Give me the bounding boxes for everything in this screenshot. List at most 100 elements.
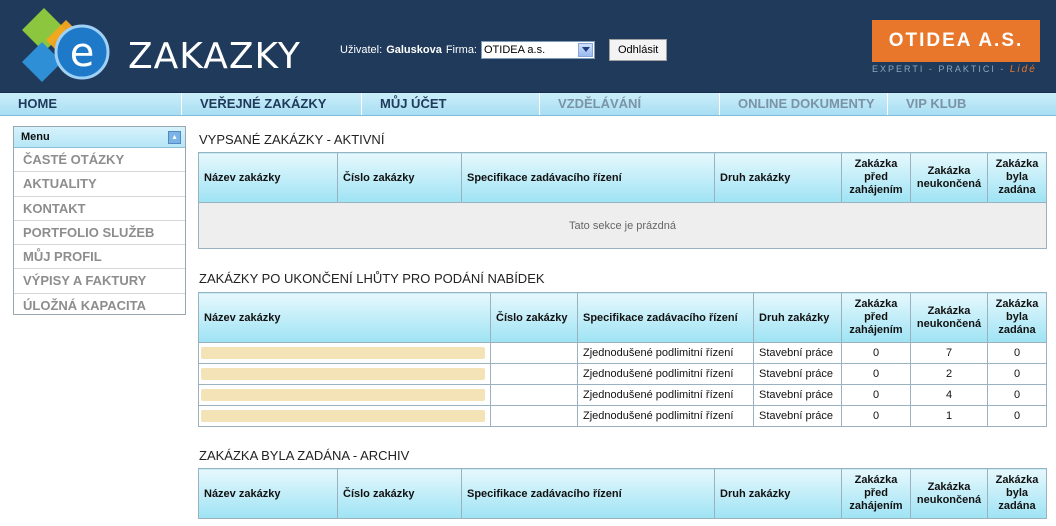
table-row[interactable]: Zjednodušené podlimitní řízení Stavební … [198, 342, 1047, 364]
cell-pred: 0 [841, 363, 911, 385]
nav-home[interactable]: HOME [0, 93, 182, 115]
redacted-name[interactable] [198, 384, 491, 406]
col-neukoncena[interactable]: Zakázka neukončená [910, 292, 988, 343]
cell-zadana: 0 [987, 384, 1047, 406]
col-cislo[interactable]: Číslo zakázky [490, 292, 578, 343]
chevron-down-icon[interactable] [578, 43, 593, 57]
section-title-active: VYPSANÉ ZAKÁZKY - AKTIVNÍ [199, 132, 385, 147]
after-table: Název zakázky Číslo zakázky Specifikace … [198, 292, 1047, 427]
firm-select-value: OTIDEA a.s. [484, 44, 546, 56]
cell-spec: Zjednodušené podlimitní řízení [577, 363, 754, 385]
sidebar-item-ulozna-kapacita[interactable]: ÚLOŽNÁ KAPACITA [14, 294, 185, 317]
sidebar-item-kontakt[interactable]: KONTAKT [14, 197, 185, 221]
cell-druh: Stavební práce [753, 384, 842, 406]
col-zadana[interactable]: Zakázka byla zadána [987, 152, 1047, 203]
cell-spec: Zjednodušené podlimitní řízení [577, 405, 754, 427]
col-specifikace[interactable]: Specifikace zadávacího řízení [461, 468, 715, 519]
cell-spec: Zjednodušené podlimitní řízení [577, 384, 754, 406]
sidebar-item-portfolio[interactable]: PORTFOLIO SLUŽEB [14, 221, 185, 246]
otidea-tagline: EXPERTI - PRAKTICI - Lidé [872, 64, 1040, 75]
logout-button[interactable]: Odhlásit [609, 39, 668, 61]
active-table: Název zakázky Číslo zakázky Specifikace … [198, 152, 1047, 249]
empty-message: Tato sekce je prázdná [198, 202, 1047, 249]
nav-muj-ucet[interactable]: MŮJ ÚČET [362, 93, 540, 115]
nav-vip-klub[interactable]: VIP KLUB [888, 93, 1056, 115]
col-specifikace[interactable]: Specifikace zadávacího řízení [461, 152, 715, 203]
cell-pred: 0 [841, 405, 911, 427]
col-cislo[interactable]: Číslo zakázky [337, 468, 462, 519]
header-bar: e ZAKAZKY Uživatel: Galuskova Firma: OTI… [0, 0, 1056, 93]
sidebar-item-muj-profil[interactable]: MŮJ PROFIL [14, 245, 185, 270]
logo-text: ZAKAZKY [128, 36, 301, 77]
sidebar-title: Menu [21, 131, 50, 143]
col-druh[interactable]: Druh zakázky [714, 152, 842, 203]
col-nazev[interactable]: Název zakázky [198, 292, 491, 343]
otidea-logo[interactable]: OTIDEA A.S. EXPERTI - PRAKTICI - Lidé [872, 20, 1040, 76]
cell-neukoncena: 2 [910, 363, 988, 385]
archive-table: Název zakázky Číslo zakázky Specifikace … [198, 468, 1047, 519]
sidebar-menu: Menu ▴ ČASTÉ OTÁZKY AKTUALITY KONTAKT PO… [13, 126, 186, 315]
cell-pred: 0 [841, 342, 911, 364]
cell-neukoncena: 1 [910, 405, 988, 427]
redaction-mark [201, 347, 485, 359]
table-row[interactable]: Zjednodušené podlimitní řízení Stavební … [198, 384, 1047, 406]
cell-zadana: 0 [987, 363, 1047, 385]
cell-cislo [490, 405, 578, 427]
cell-druh: Stavební práce [753, 342, 842, 364]
table-header-row: Název zakázky Číslo zakázky Specifikace … [198, 152, 1047, 203]
col-nazev[interactable]: Název zakázky [198, 468, 338, 519]
user-area: Uživatel: Galuskova Firma: OTIDEA a.s. O… [340, 39, 668, 61]
col-neukoncena[interactable]: Zakázka neukončená [910, 468, 988, 519]
col-druh[interactable]: Druh zakázky [753, 292, 842, 343]
col-zadana[interactable]: Zakázka byla zadána [987, 292, 1047, 343]
sidebar-item-caste-otazky[interactable]: ČASTÉ OTÁZKY [14, 148, 185, 173]
collapse-icon[interactable]: ▴ [168, 131, 181, 144]
redacted-name[interactable] [198, 405, 491, 427]
otidea-tagline-accent: Lidé [1009, 64, 1037, 75]
col-druh[interactable]: Druh zakázky [714, 468, 842, 519]
logo-mark-icon: e [22, 8, 110, 82]
sidebar-item-vypisy[interactable]: VÝPISY A FAKTURY [14, 269, 185, 294]
cell-druh: Stavební práce [753, 405, 842, 427]
nav-verejne-zakazky[interactable]: VEŘEJNÉ ZAKÁZKY [182, 93, 362, 115]
table-row: Tato sekce je prázdná [198, 202, 1047, 249]
cell-pred: 0 [841, 384, 911, 406]
cell-zadana: 0 [987, 405, 1047, 427]
redaction-mark [201, 368, 485, 380]
svg-text:e: e [70, 30, 95, 76]
col-pred[interactable]: Zakázka před zahájením [841, 152, 911, 203]
firm-select[interactable]: OTIDEA a.s. [481, 41, 595, 59]
cell-cislo [490, 363, 578, 385]
cell-cislo [490, 384, 578, 406]
col-pred[interactable]: Zakázka před zahájením [841, 468, 911, 519]
section-title-archive: ZAKÁZKA BYLA ZADÁNA - ARCHIV [199, 448, 410, 463]
section-title-after: ZAKÁZKY PO UKONČENÍ LHŮTY PRO PODÁNÍ NAB… [199, 271, 545, 286]
cell-neukoncena: 4 [910, 384, 988, 406]
cell-druh: Stavební práce [753, 363, 842, 385]
redacted-name[interactable] [198, 363, 491, 385]
nav-vzdelavani[interactable]: VZDĚLÁVÁNÍ [540, 93, 720, 115]
col-nazev[interactable]: Název zakázky [198, 152, 338, 203]
table-header-row: Název zakázky Číslo zakázky Specifikace … [198, 468, 1047, 519]
redacted-name[interactable] [198, 342, 491, 364]
main-nav: HOME VEŘEJNÉ ZAKÁZKY MŮJ ÚČET VZDĚLÁVÁNÍ… [0, 93, 1056, 116]
table-row[interactable]: Zjednodušené podlimitní řízení Stavební … [198, 363, 1047, 385]
col-pred[interactable]: Zakázka před zahájením [841, 292, 911, 343]
cell-neukoncena: 7 [910, 342, 988, 364]
sidebar-header: Menu ▴ [14, 127, 185, 148]
sidebar-item-aktuality[interactable]: AKTUALITY [14, 172, 185, 197]
col-zadana[interactable]: Zakázka byla zadána [987, 468, 1047, 519]
firm-label: Firma: [445, 44, 477, 56]
col-cislo[interactable]: Číslo zakázky [337, 152, 462, 203]
user-label: Uživatel: [340, 44, 383, 56]
col-specifikace[interactable]: Specifikace zadávacího řízení [577, 292, 754, 343]
cell-zadana: 0 [987, 342, 1047, 364]
redaction-mark [201, 389, 485, 401]
cell-cislo [490, 342, 578, 364]
nav-online-dokumenty[interactable]: ONLINE DOKUMENTY [720, 93, 888, 115]
table-row[interactable]: Zjednodušené podlimitní řízení Stavební … [198, 405, 1047, 427]
ezakazky-logo[interactable]: e ZAKAZKY [22, 8, 302, 86]
redaction-mark [201, 410, 485, 422]
cell-spec: Zjednodušené podlimitní řízení [577, 342, 754, 364]
col-neukoncena[interactable]: Zakázka neukončená [910, 152, 988, 203]
